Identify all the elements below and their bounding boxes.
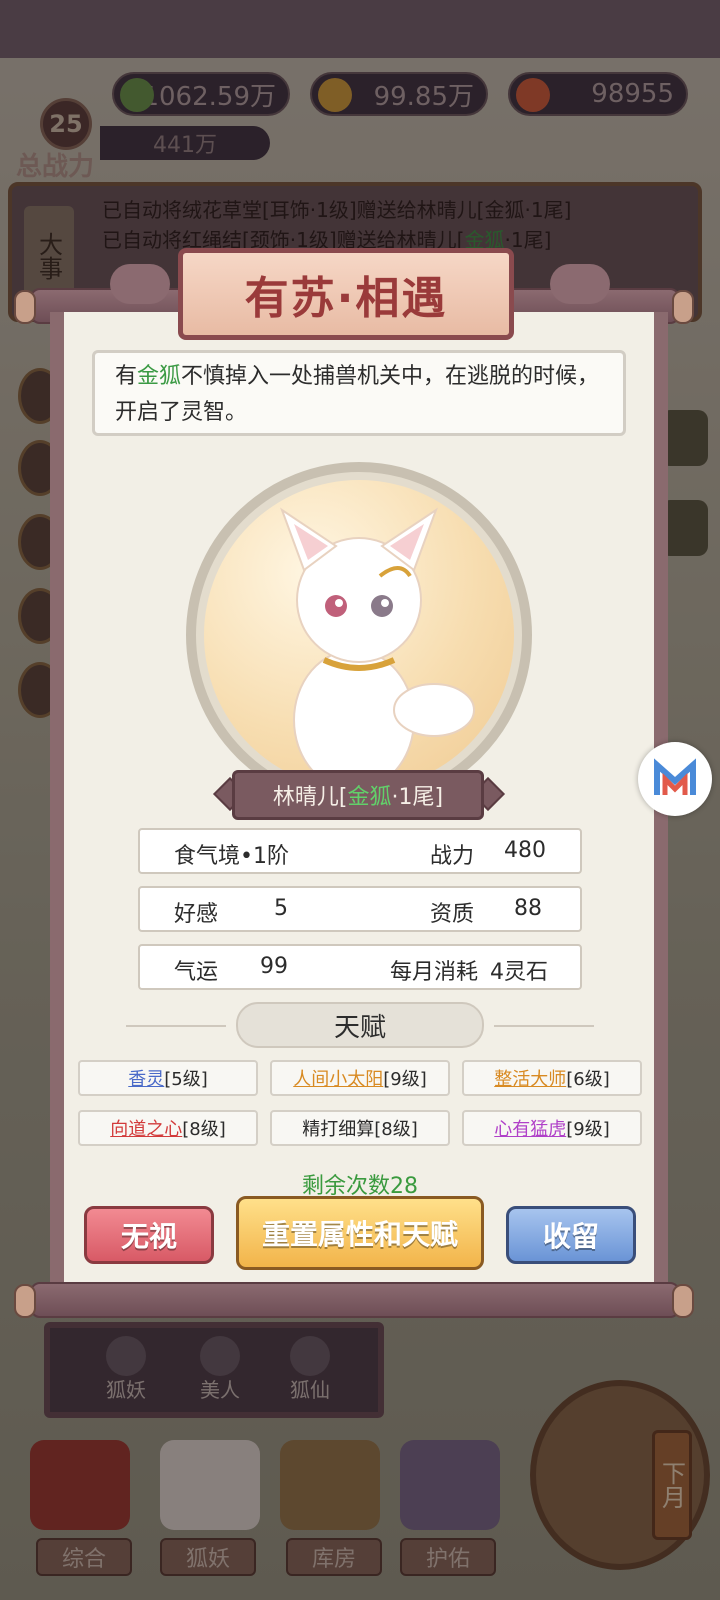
ignore-button[interactable]: 无视 [84, 1206, 214, 1264]
stat-row-realm: 食气境•1阶 战力 480 [138, 828, 582, 874]
monthly-cost-value: 4灵石 [490, 960, 548, 985]
scroll-bottom-cap-left [14, 1284, 36, 1318]
talent-level: [8级] [182, 1119, 226, 1140]
scroll-top-cap-right [672, 290, 694, 324]
talent-item[interactable]: 向道之心 [8级] [78, 1110, 258, 1146]
name-suffix: ·1尾] [391, 785, 444, 810]
talent-name: 人间小太阳 [293, 1069, 384, 1090]
talent-item[interactable]: 香灵 [5级] [78, 1060, 258, 1096]
dialog-title: 有苏·相遇 [178, 248, 514, 340]
character-name: 林晴儿[金狐 ·1尾] [232, 770, 484, 820]
talent-level: [9级] [383, 1069, 427, 1090]
power-value: 480 [504, 838, 546, 863]
talent-divider-right [494, 1025, 594, 1027]
title-wing-right [550, 264, 610, 304]
scroll-bottom-rod [30, 1282, 680, 1318]
talent-item[interactable]: 整活大师 [6级] [462, 1060, 642, 1096]
favor-value: 5 [274, 896, 288, 921]
reset-attributes-button[interactable]: 重置属性和天赋 [236, 1196, 484, 1270]
monthly-cost-label: 每月消耗 [390, 960, 479, 985]
status-bar [0, 0, 720, 58]
talent-level: [9级] [566, 1119, 610, 1140]
app-logo-icon [654, 758, 696, 795]
scroll-top-cap-left [14, 290, 36, 324]
desc-suffix: 不慎掉入一处捕兽机关中，在逃脱的时候，开启了灵智。 [115, 364, 600, 425]
aptitude-label: 资质 [430, 902, 475, 927]
talent-name: 向道之心 [110, 1119, 183, 1140]
adopt-button[interactable]: 收留 [506, 1206, 636, 1264]
talent-item[interactable]: 精打细算 [8级] [270, 1110, 450, 1146]
encounter-description: 有金狐不慎掉入一处捕兽机关中，在逃脱的时候，开启了灵智。 [92, 350, 626, 436]
talent-level: [8级] [374, 1119, 418, 1140]
talent-item[interactable]: 心有猛虎 [9级] [462, 1110, 642, 1146]
stat-row-favor: 好感 5 资质 88 [138, 886, 582, 932]
stat-row-luck: 气运 99 每月消耗 4灵石 [138, 944, 582, 990]
talent-name: 心有猛虎 [494, 1119, 567, 1140]
talent-name: 整活大师 [494, 1069, 567, 1090]
talent-level: [6级] [566, 1069, 610, 1090]
title-wing-left [110, 264, 170, 304]
luck-label: 气运 [174, 960, 219, 985]
realm-value: 食气境•1阶 [174, 844, 289, 869]
desc-prefix: 有 [115, 364, 138, 389]
aptitude-value: 88 [514, 896, 542, 921]
name-prefix: 林晴儿[ [272, 785, 348, 810]
talent-heading: 天赋 [236, 1002, 484, 1048]
luck-value: 99 [260, 954, 288, 979]
talent-level: [5级] [164, 1069, 208, 1090]
talent-item[interactable]: 人间小太阳 [9级] [270, 1060, 450, 1096]
talent-divider-left [126, 1025, 226, 1027]
talent-name: 香灵 [128, 1069, 165, 1090]
favor-label: 好感 [174, 902, 219, 927]
fox-portrait [204, 480, 514, 791]
talent-name: 精打细算 [302, 1119, 375, 1140]
power-label: 战力 [430, 844, 475, 869]
name-highlight: 金狐 [347, 785, 392, 810]
floating-app-button[interactable] [638, 742, 712, 816]
desc-highlight: 金狐 [137, 364, 182, 389]
scroll-bottom-cap-right [672, 1284, 694, 1318]
white-fox-illustration [280, 507, 475, 791]
